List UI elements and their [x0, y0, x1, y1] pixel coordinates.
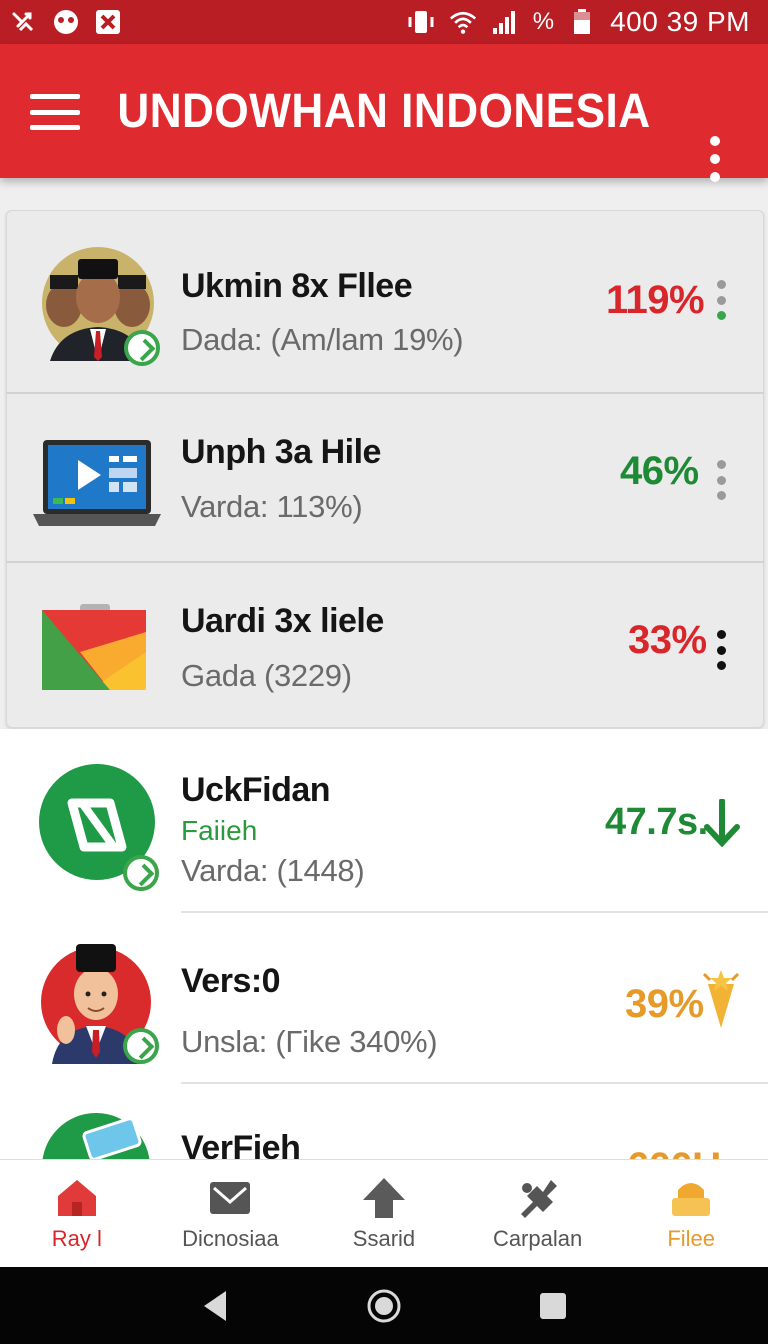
- nav-item-upload[interactable]: Ssarid: [307, 1160, 461, 1267]
- row-subtitle: Gada (3229): [181, 658, 352, 693]
- trophy-icon: [700, 968, 742, 1030]
- upload-icon: [362, 1178, 405, 1218]
- row-title: Unph 3a Hile: [181, 433, 381, 471]
- signal-icon: [491, 8, 519, 36]
- verified-badge-icon: [123, 1028, 159, 1064]
- status-time: 400 39 PM: [610, 6, 750, 37]
- nav-item-mail[interactable]: Dicnosiaa: [154, 1160, 308, 1267]
- list-item-3[interactable]: UckFidan Faiieh Varda: (1448) 47.7s.: [0, 729, 768, 911]
- missed-call-icon: [10, 8, 38, 36]
- recents-icon[interactable]: [533, 1286, 573, 1326]
- row-value: 33%: [628, 618, 707, 662]
- home-circle-icon[interactable]: [364, 1286, 404, 1326]
- nav-label: Ssarid: [352, 1226, 416, 1251]
- mail-icon: [210, 1182, 251, 1214]
- nav-label: Ray l: [51, 1226, 102, 1251]
- nav-label: Carpalan: [492, 1226, 583, 1251]
- row-subtitle: Varda: 113%): [181, 489, 363, 524]
- phone-screen: % 400 39 PM UNDOWHAN INDONESIA Ukmin 8x …: [0, 0, 768, 1344]
- nav-item-home[interactable]: Ray l: [0, 1160, 154, 1267]
- row-value: 47.7s.: [605, 801, 708, 843]
- nav-label: Filee: [667, 1226, 716, 1251]
- row-more-icon[interactable]: [715, 460, 727, 500]
- row-more-icon[interactable]: [715, 630, 727, 670]
- row-title: Vers:0: [181, 962, 281, 1000]
- row-title: Uardi 3x liele: [181, 602, 384, 640]
- list-item-1[interactable]: Unph 3a Hile Varda: 113%) 46%: [0, 393, 768, 561]
- verified-badge-icon: [123, 855, 159, 891]
- row-status: Faiieh: [181, 815, 258, 846]
- row-value: 39%: [625, 982, 704, 1026]
- vibrate-icon: [407, 8, 435, 36]
- battery-percent-label: %: [532, 8, 555, 35]
- bottom-navigation: Ray l Dicnosiaa Ssarid Carpalan Filee: [0, 1159, 768, 1267]
- face-icon: [52, 8, 80, 36]
- row-title: Ukmin 8x Fllee: [181, 267, 413, 305]
- list-item-4[interactable]: Vers:0 Unsla: (Γike 340%) 39%: [0, 912, 768, 1082]
- ticket-icon: [40, 1111, 152, 1160]
- row-value: 46%: [620, 449, 699, 493]
- verified-badge-icon: [124, 330, 160, 366]
- status-bar-left: [10, 8, 122, 36]
- row-more-icon[interactable]: [715, 280, 727, 320]
- list-item-0[interactable]: Ukmin 8x Fllee Dada: (Am/lam 19%) 119%: [0, 210, 768, 392]
- folder-icon: [672, 1183, 711, 1216]
- arrow-down-icon: [703, 798, 741, 848]
- row-title: UckFidan: [181, 771, 331, 809]
- list-item-5[interactable]: VerFieh 600U: [0, 1083, 768, 1160]
- home-icon: [57, 1180, 96, 1216]
- row-subtitle: Unsla: (Γike 340%): [181, 1024, 438, 1059]
- row-title: VerFieh: [181, 1129, 301, 1160]
- row-value: 600U: [627, 1145, 721, 1160]
- app-title: UNDOWHAN INDONESIA: [117, 85, 651, 138]
- list-item-2[interactable]: Uardi 3x liele Gada (3229) 33%: [0, 562, 768, 728]
- more-vert-icon[interactable]: [704, 136, 726, 182]
- row-subtitle: Varda: (1448): [181, 853, 365, 888]
- nav-item-puzzle[interactable]: Carpalan: [461, 1160, 615, 1267]
- system-navigation-bar: [0, 1267, 768, 1344]
- row-value: 119%: [606, 278, 705, 322]
- app-bar: UNDOWHAN INDONESIA: [0, 44, 768, 182]
- back-icon[interactable]: [195, 1286, 235, 1326]
- laptop-video-icon: [33, 438, 161, 528]
- battery-icon: [568, 8, 596, 36]
- nav-label: Dicnosiaa: [182, 1226, 279, 1251]
- nav-item-files[interactable]: Filee: [614, 1160, 768, 1267]
- status-bar: % 400 39 PM: [0, 0, 768, 44]
- x-notification-icon: [94, 8, 122, 36]
- folder-icon: [40, 602, 148, 692]
- row-subtitle: Dada: (Am/lam 19%): [181, 322, 464, 357]
- status-bar-right: % 400 39 PM: [407, 6, 750, 38]
- puzzle-icon: [520, 1180, 557, 1218]
- wifi-icon: [449, 8, 477, 36]
- file-list: Ukmin 8x Fllee Dada: (Am/lam 19%) 119% U…: [0, 210, 768, 1160]
